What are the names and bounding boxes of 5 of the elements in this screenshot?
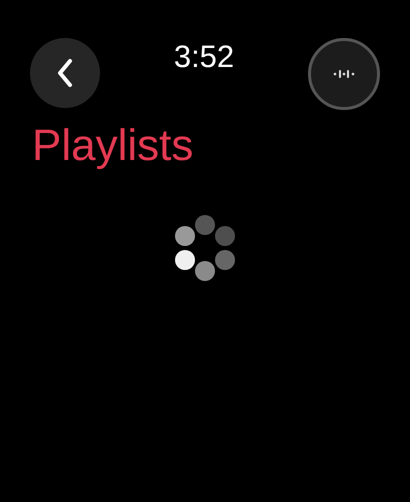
loading-spinner-icon [173,214,237,282]
page-title: Playlists [32,124,194,168]
time-label: 3:52 [174,41,234,72]
waveform-icon [333,69,355,79]
back-icon [57,58,73,88]
